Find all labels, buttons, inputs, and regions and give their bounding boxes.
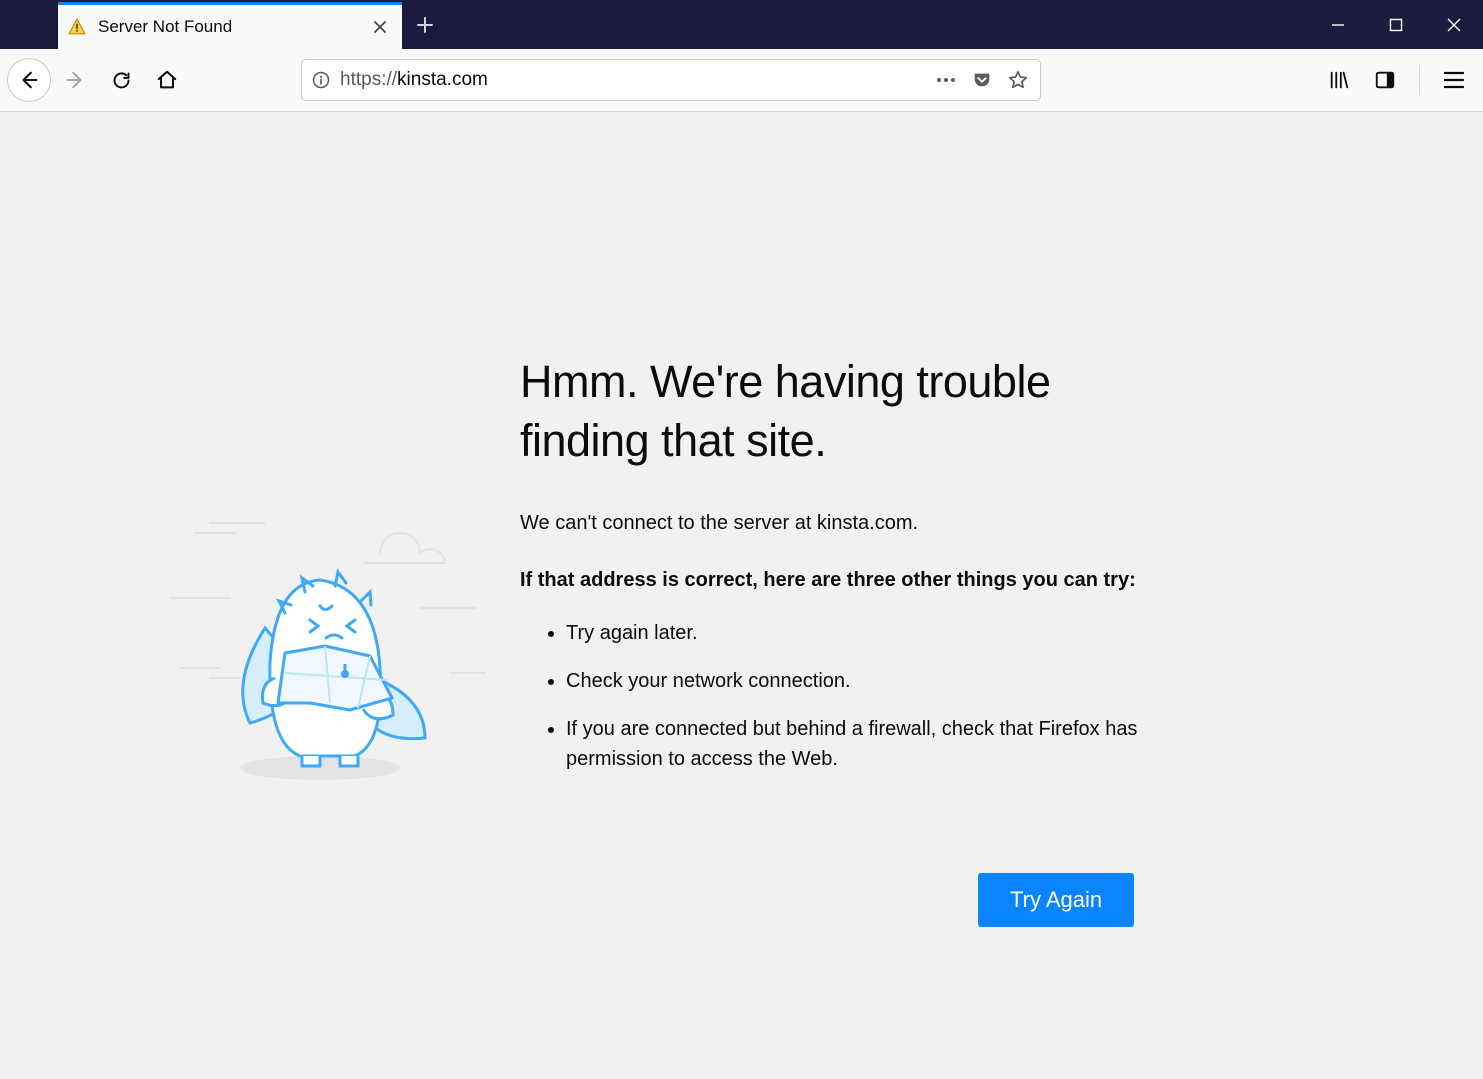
browser-tab[interactable]: Server Not Found: [58, 2, 402, 49]
new-tab-button[interactable]: [402, 0, 448, 49]
try-again-button[interactable]: Try Again: [978, 873, 1134, 927]
error-content: Hmm. We're having trouble finding that s…: [520, 353, 1140, 792]
url-text[interactable]: https://kinsta.com: [340, 69, 924, 91]
forward-button[interactable]: [53, 58, 97, 102]
titlebar-left-pad: [0, 0, 58, 49]
home-button[interactable]: [145, 58, 189, 102]
error-tip: If you are connected but behind a firewa…: [566, 714, 1140, 774]
pocket-icon[interactable]: [968, 66, 996, 94]
nav-toolbar: https://kinsta.com: [0, 49, 1483, 112]
warning-icon: [68, 18, 86, 36]
error-page: Hmm. We're having trouble finding that s…: [0, 113, 1483, 1079]
title-bar: Server Not Found: [0, 0, 1483, 49]
bookmark-star-icon[interactable]: [1004, 66, 1032, 94]
url-bar[interactable]: https://kinsta.com: [301, 59, 1041, 101]
url-protocol: https://: [340, 69, 397, 90]
back-button[interactable]: [7, 58, 51, 102]
window-maximize-button[interactable]: [1367, 0, 1425, 49]
app-menu-icon[interactable]: [1432, 58, 1476, 102]
error-tip: Try again later.: [566, 618, 1140, 648]
error-tip: Check your network connection.: [566, 666, 1140, 696]
window-minimize-button[interactable]: [1309, 0, 1367, 49]
page-actions-icon[interactable]: [932, 66, 960, 94]
site-info-icon[interactable]: [310, 69, 332, 91]
tab-title: Server Not Found: [98, 17, 368, 37]
window-close-button[interactable]: [1425, 0, 1483, 49]
error-message: We can't connect to the server at kinsta…: [520, 512, 1140, 535]
error-heading: Hmm. We're having trouble finding that s…: [520, 353, 1140, 470]
tab-close-button[interactable]: [368, 15, 392, 39]
toolbar-separator: [1419, 65, 1420, 95]
url-domain: kinsta.com: [397, 69, 488, 90]
library-icon[interactable]: [1317, 58, 1361, 102]
sidebar-icon[interactable]: [1363, 58, 1407, 102]
error-illustration: [170, 498, 500, 798]
error-suggest-intro: If that address is correct, here are thr…: [520, 565, 1140, 596]
reload-button[interactable]: [99, 58, 143, 102]
error-tips-list: Try again later. Check your network conn…: [520, 618, 1140, 774]
window-controls: [1309, 0, 1483, 49]
